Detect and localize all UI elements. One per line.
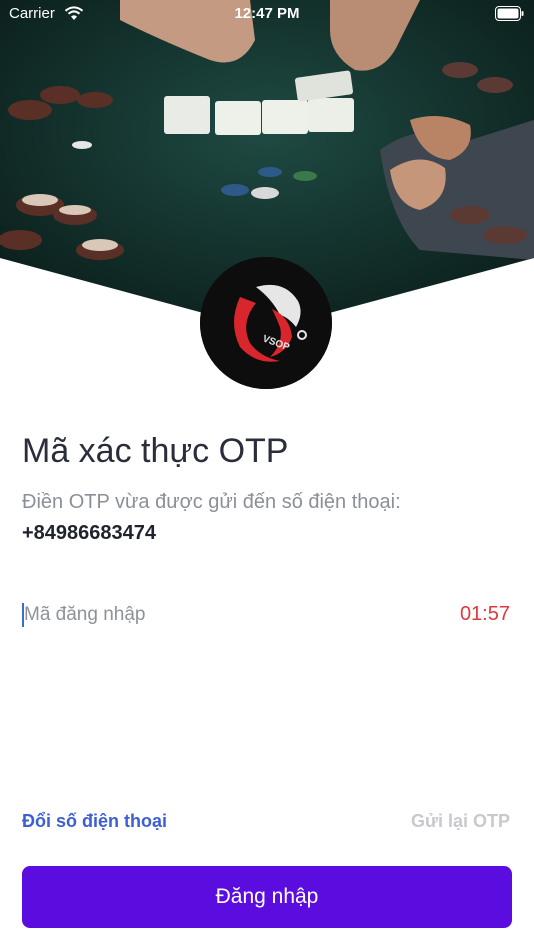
text-cursor [22, 603, 24, 627]
phone-number: +84986683474 [22, 522, 157, 544]
status-bar: Carrier 12:47 PM [0, 0, 534, 30]
change-phone-link[interactable]: Đổi số điện thoại [22, 811, 167, 832]
status-time: 12:47 PM [234, 5, 300, 22]
otp-input[interactable] [22, 600, 444, 630]
resend-otp-link[interactable]: Gửi lại OTP [411, 811, 510, 832]
otp-hint: Điền OTP vừa được gửi đến số điện thoại: [22, 491, 401, 513]
otp-countdown: 01:57 [459, 603, 510, 625]
page-title: Mã xác thực OTP [22, 432, 289, 470]
login-button[interactable]: Đăng nhập [22, 866, 512, 928]
battery-icon [495, 6, 525, 25]
dragon-logo: VSOP [200, 257, 332, 389]
